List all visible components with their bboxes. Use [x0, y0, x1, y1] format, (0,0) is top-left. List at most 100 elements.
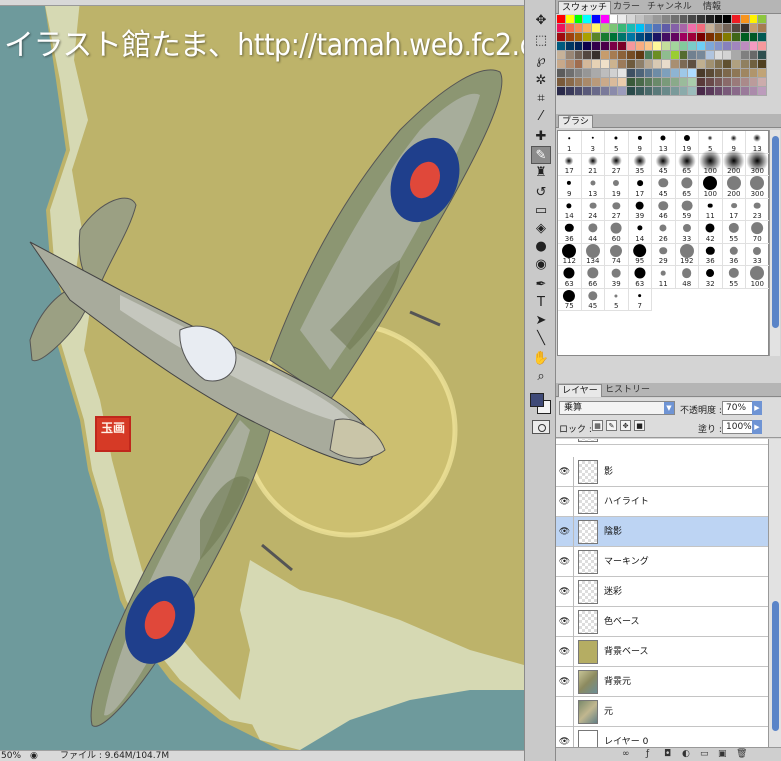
- crop-icon[interactable]: ⌗: [531, 90, 551, 108]
- adjustment-icon[interactable]: ◐: [682, 749, 690, 759]
- swatch[interactable]: [714, 69, 724, 78]
- swatch[interactable]: [653, 69, 662, 78]
- swatch[interactable]: [618, 87, 627, 96]
- brush-preset[interactable]: 32: [699, 266, 723, 289]
- swatch[interactable]: [697, 51, 706, 60]
- brush-preset[interactable]: 27: [605, 153, 629, 176]
- swatch[interactable]: [574, 42, 584, 51]
- swatch[interactable]: [670, 33, 680, 42]
- layers-scroll-thumb[interactable]: [772, 601, 779, 731]
- swatch[interactable]: [574, 24, 584, 33]
- swatch[interactable]: [635, 33, 645, 42]
- eye-icon[interactable]: 👁: [556, 577, 574, 607]
- swatch[interactable]: [583, 69, 592, 78]
- swatch[interactable]: [714, 60, 724, 69]
- layer-row[interactable]: 元: [556, 697, 768, 727]
- eye-icon[interactable]: 👁: [556, 637, 574, 667]
- swatch[interactable]: [557, 33, 566, 42]
- zoom-icon[interactable]: ⌕: [531, 368, 551, 386]
- swatch[interactable]: [679, 33, 689, 42]
- swatch[interactable]: [723, 87, 732, 96]
- link-layers-icon[interactable]: ∞: [622, 749, 630, 759]
- opacity-stepper[interactable]: ▶: [752, 401, 762, 415]
- swatch[interactable]: [635, 69, 645, 78]
- swatch[interactable]: [592, 24, 601, 33]
- fill-stepper[interactable]: ▶: [752, 420, 762, 434]
- brush-preset[interactable]: 5: [605, 288, 629, 311]
- brush-preset[interactable]: 74: [605, 243, 629, 266]
- brush-preset[interactable]: 66: [581, 266, 605, 289]
- lock-transparency-icon[interactable]: ▦: [592, 420, 603, 431]
- swatch[interactable]: [662, 60, 671, 69]
- layer-row[interactable]: 👁 影: [556, 457, 768, 487]
- brush-preset[interactable]: 75: [558, 288, 582, 311]
- eye-icon[interactable]: 👁: [556, 517, 574, 547]
- layer-row[interactable]: 👁 背景ベース: [556, 637, 768, 667]
- swatch[interactable]: [574, 78, 584, 87]
- marquee-icon[interactable]: ⬚: [531, 32, 551, 50]
- brush-preset[interactable]: 192: [675, 243, 699, 266]
- lock-all-icon[interactable]: ■: [634, 420, 645, 431]
- path-select-icon[interactable]: ➤: [531, 312, 551, 330]
- brush-preset[interactable]: 29: [652, 243, 676, 266]
- mask-icon[interactable]: ◘: [664, 749, 671, 759]
- brush-preset[interactable]: 19: [605, 176, 629, 199]
- swatch[interactable]: [723, 78, 732, 87]
- swatch[interactable]: [758, 51, 767, 60]
- swatch[interactable]: [732, 78, 741, 87]
- eye-icon[interactable]: 👁: [556, 727, 574, 747]
- swatch[interactable]: [618, 15, 627, 24]
- swatch[interactable]: [627, 51, 636, 60]
- swatch[interactable]: [714, 24, 724, 33]
- layer-row[interactable]: 👁 色ベース: [556, 607, 768, 637]
- brush-preset[interactable]: 9: [558, 176, 582, 199]
- swatch[interactable]: [635, 15, 645, 24]
- eraser-icon[interactable]: ▭: [531, 202, 551, 220]
- swatch[interactable]: [583, 60, 592, 69]
- brush-preset[interactable]: 300: [746, 176, 770, 199]
- swatch[interactable]: [662, 42, 671, 51]
- swatch[interactable]: [583, 78, 592, 87]
- swatch[interactable]: [740, 78, 750, 87]
- swatch[interactable]: [670, 51, 680, 60]
- swatch[interactable]: [635, 24, 645, 33]
- swatch[interactable]: [565, 24, 575, 33]
- swatch[interactable]: [565, 69, 575, 78]
- swatch[interactable]: [644, 15, 654, 24]
- swatch[interactable]: [670, 78, 680, 87]
- swatch[interactable]: [592, 51, 601, 60]
- swatch[interactable]: [635, 87, 645, 96]
- swatch[interactable]: [557, 42, 566, 51]
- brush-preset[interactable]: 112: [558, 243, 582, 266]
- swatch[interactable]: [644, 78, 654, 87]
- swatch[interactable]: [679, 15, 689, 24]
- swatch[interactable]: [714, 51, 724, 60]
- swatch[interactable]: [723, 24, 732, 33]
- swatch[interactable]: [723, 15, 732, 24]
- swatch[interactable]: [740, 33, 750, 42]
- swatch[interactable]: [557, 87, 566, 96]
- stamp-icon[interactable]: ♜: [531, 164, 551, 182]
- swatch[interactable]: [618, 24, 627, 33]
- swatch[interactable]: [740, 24, 750, 33]
- swatch[interactable]: [609, 69, 619, 78]
- swatch[interactable]: [688, 60, 697, 69]
- foreground-color-swatch[interactable]: [530, 393, 544, 407]
- swatch[interactable]: [565, 87, 575, 96]
- swatch[interactable]: [679, 69, 689, 78]
- brush-preset[interactable]: 14: [558, 198, 582, 221]
- swatch[interactable]: [592, 42, 601, 51]
- brush-preset[interactable]: 42: [699, 221, 723, 244]
- swatch[interactable]: [653, 42, 662, 51]
- swatch[interactable]: [592, 60, 601, 69]
- brush-preset[interactable]: 300: [746, 149, 770, 176]
- swatch[interactable]: [653, 15, 662, 24]
- brush-preset[interactable]: 17: [628, 176, 652, 199]
- swatch[interactable]: [749, 87, 759, 96]
- brush-preset[interactable]: 11: [652, 266, 676, 289]
- brush-preset[interactable]: 55: [722, 221, 746, 244]
- swatch[interactable]: [705, 69, 715, 78]
- swatch[interactable]: [600, 33, 610, 42]
- swatch[interactable]: [618, 33, 627, 42]
- swatch[interactable]: [644, 33, 654, 42]
